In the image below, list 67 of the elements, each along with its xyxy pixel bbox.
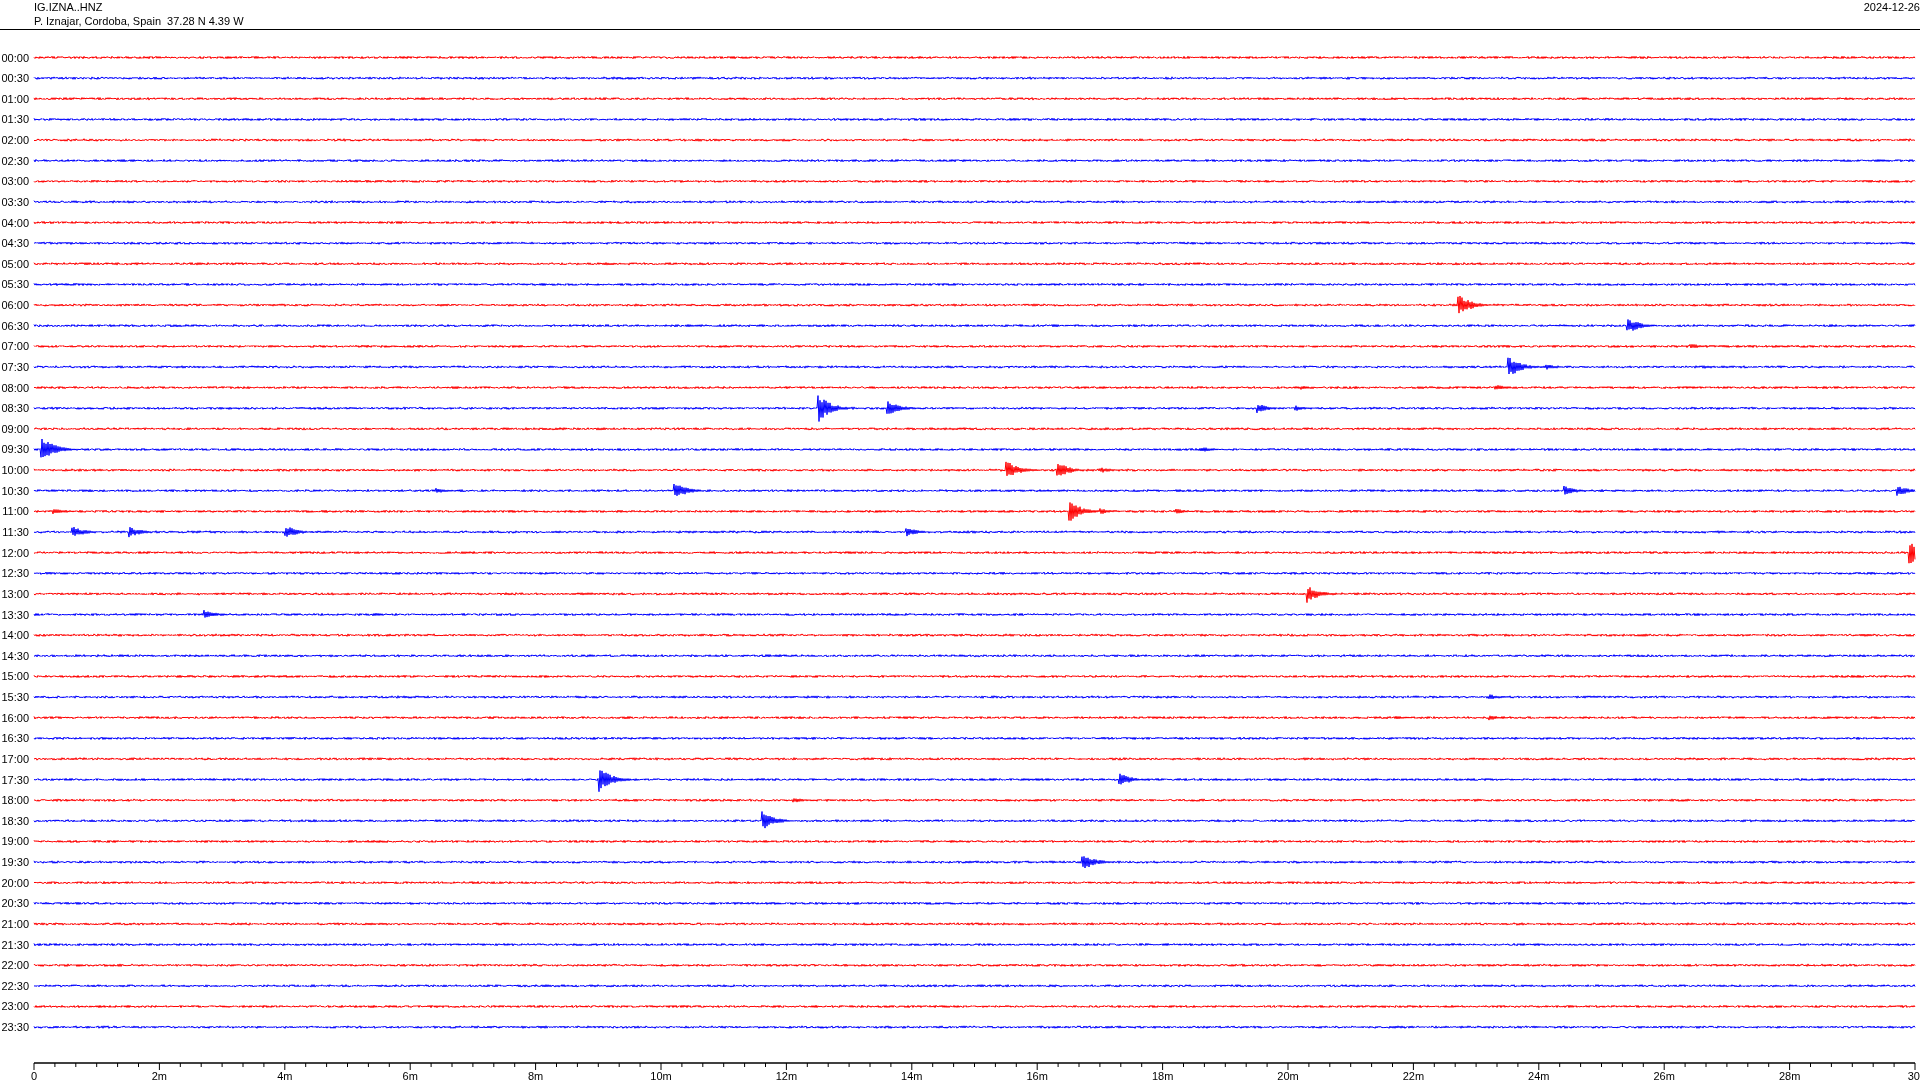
axis-label: 28m bbox=[1778, 1070, 1801, 1080]
axis-label: 12m bbox=[775, 1070, 798, 1080]
axis-label: 0 bbox=[30, 1070, 38, 1080]
time-label: 05:30 bbox=[1, 278, 29, 291]
time-label: 16:30 bbox=[1, 732, 29, 745]
time-label: 10:30 bbox=[1, 484, 29, 497]
time-label: 19:30 bbox=[1, 856, 29, 869]
axis-label: 22m bbox=[1402, 1070, 1425, 1080]
time-label: 05:00 bbox=[1, 257, 29, 270]
time-label: 16:00 bbox=[1, 711, 29, 724]
station-code: IG.IZNA..HNZ bbox=[34, 0, 104, 14]
time-label: 04:00 bbox=[1, 216, 29, 229]
time-label: 20:00 bbox=[1, 876, 29, 889]
time-label: 17:30 bbox=[1, 773, 29, 786]
time-label: 13:00 bbox=[1, 587, 29, 600]
time-label: 23:30 bbox=[1, 1021, 29, 1034]
axis-label: 8m bbox=[527, 1070, 544, 1080]
axis-label: 14m bbox=[901, 1070, 923, 1080]
axis-label: 18m bbox=[1151, 1070, 1174, 1080]
axis-label: 6m bbox=[402, 1070, 418, 1080]
time-label: 18:30 bbox=[1, 814, 29, 827]
time-label: 23:00 bbox=[1, 1000, 29, 1013]
time-label: 02:00 bbox=[1, 134, 29, 146]
time-label: 14:30 bbox=[1, 649, 29, 662]
axis-label: 4m bbox=[277, 1070, 293, 1080]
time-label: 07:00 bbox=[1, 340, 29, 353]
time-label: 09:00 bbox=[1, 422, 29, 435]
time-label: 11:30 bbox=[2, 526, 29, 538]
time-label: 09:30 bbox=[1, 443, 29, 456]
time-label: 11:00 bbox=[2, 505, 29, 518]
time-label: 13:30 bbox=[1, 608, 29, 621]
time-label: 03:00 bbox=[1, 175, 29, 188]
axis-label: 24m bbox=[1528, 1070, 1550, 1080]
time-label: 08:30 bbox=[1, 402, 29, 415]
time-label: 21:30 bbox=[1, 938, 29, 951]
axis-label: 2m bbox=[151, 1070, 168, 1080]
time-label: 20:30 bbox=[1, 897, 29, 910]
time-label: 19:00 bbox=[1, 835, 29, 848]
time-label: 06:30 bbox=[1, 319, 29, 332]
time-label: 07:30 bbox=[1, 360, 29, 373]
time-label: 04:30 bbox=[1, 237, 29, 250]
time-label: 06:00 bbox=[1, 299, 29, 312]
time-label: 17:00 bbox=[1, 752, 29, 765]
time-label: 00:00 bbox=[1, 51, 29, 64]
time-label: 02:30 bbox=[1, 154, 29, 167]
time-label: 22:30 bbox=[1, 979, 29, 992]
time-label: 15:30 bbox=[1, 691, 29, 704]
time-label: 14:00 bbox=[1, 629, 29, 642]
time-label: 01:30 bbox=[1, 113, 29, 126]
axis-label: 20m bbox=[1277, 1070, 1299, 1080]
time-label: 21:00 bbox=[1, 917, 29, 930]
time-label: 00:30 bbox=[1, 72, 29, 85]
station-location: P. Iznajar, Cordoba, Spain 37.28 N 4.39 W bbox=[34, 14, 244, 28]
time-label: 12:00 bbox=[1, 546, 29, 559]
date-label: 2024-12-26 bbox=[1863, 0, 1920, 14]
time-label: 12:30 bbox=[1, 567, 29, 580]
time-label: 10:00 bbox=[1, 464, 29, 477]
time-label: 22:00 bbox=[1, 959, 29, 972]
axis-label: 10m bbox=[650, 1070, 672, 1080]
time-label: 01:00 bbox=[1, 92, 29, 105]
time-label: 18:00 bbox=[1, 794, 29, 807]
axis-label: 26m bbox=[1653, 1070, 1675, 1080]
time-label: 15:00 bbox=[1, 670, 29, 683]
time-label: 03:30 bbox=[1, 195, 29, 208]
axis-label: 16m bbox=[1026, 1070, 1048, 1080]
axis-label: 30 bbox=[1907, 1070, 1920, 1080]
time-label: 08:00 bbox=[1, 381, 29, 394]
